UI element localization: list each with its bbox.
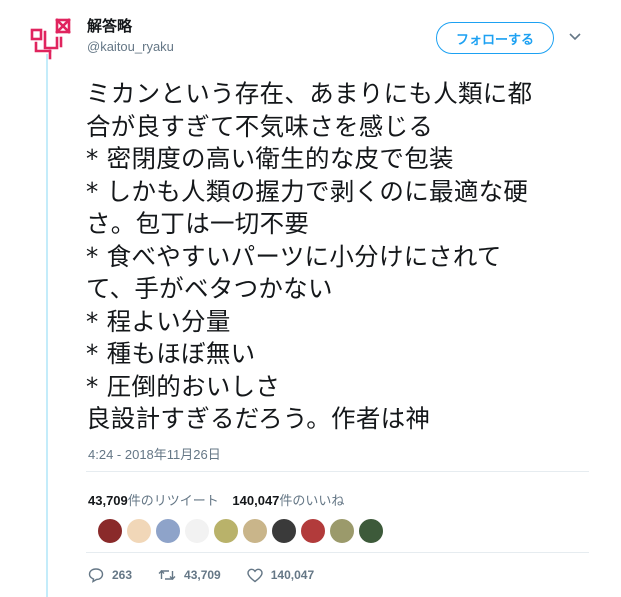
liker-avatar-5[interactable] — [213, 518, 239, 544]
likes-stat[interactable]: 140,047件のいいね — [232, 493, 344, 508]
timestamp[interactable]: 4:24 - 2018年11月26日 — [88, 444, 221, 463]
liker-avatar-1[interactable] — [97, 518, 123, 544]
reply-button[interactable]: 263 — [88, 567, 132, 583]
display-name[interactable]: 解答略 — [87, 15, 132, 36]
tweet-text: ミカンという存在、あまりにも人類に都 合が良すぎて不気味さを感じる * 密閉度の… — [86, 79, 533, 433]
chevron-down-icon[interactable] — [569, 32, 581, 42]
liker-avatar-8[interactable] — [300, 518, 326, 544]
liker-avatar-2[interactable] — [126, 518, 152, 544]
retweet-icon — [158, 570, 176, 580]
liker-avatar-4[interactable] — [184, 518, 210, 544]
likes-label: 件のいいね — [279, 493, 345, 508]
like-count: 140,047 — [270, 568, 315, 582]
action-bar: 263 43,709 140,047 — [88, 567, 340, 583]
retweets-stat[interactable]: 43,709件のリツイート — [88, 493, 219, 508]
likes-count: 140,047 — [232, 493, 280, 508]
stats-bar: 43,709件のリツイート 140,047件のいいね — [88, 490, 354, 509]
divider-top — [86, 471, 589, 472]
retweets-count: 43,709 — [88, 493, 128, 508]
retweet-button[interactable]: 43,709 — [158, 568, 221, 582]
reply-icon — [88, 568, 104, 583]
like-button[interactable]: 140,047 — [247, 568, 314, 583]
retweet-count: 43,709 — [184, 568, 221, 582]
liker-avatar-7[interactable] — [271, 518, 297, 544]
liker-avatar-3[interactable] — [155, 518, 181, 544]
username[interactable]: @kaitou_ryaku — [87, 39, 174, 54]
divider-bottom — [86, 552, 589, 553]
retweets-label: 件のリツイート — [127, 493, 219, 508]
thread-line — [46, 54, 48, 597]
liker-avatar-6[interactable] — [242, 518, 268, 544]
heart-icon — [247, 568, 263, 582]
likers-avatars — [97, 518, 384, 544]
avatar[interactable] — [30, 18, 72, 60]
follow-button[interactable]: フォローする — [436, 22, 554, 54]
liker-avatar-10[interactable] — [358, 518, 384, 544]
liker-avatar-9[interactable] — [329, 518, 355, 544]
reply-count: 263 — [112, 568, 133, 582]
